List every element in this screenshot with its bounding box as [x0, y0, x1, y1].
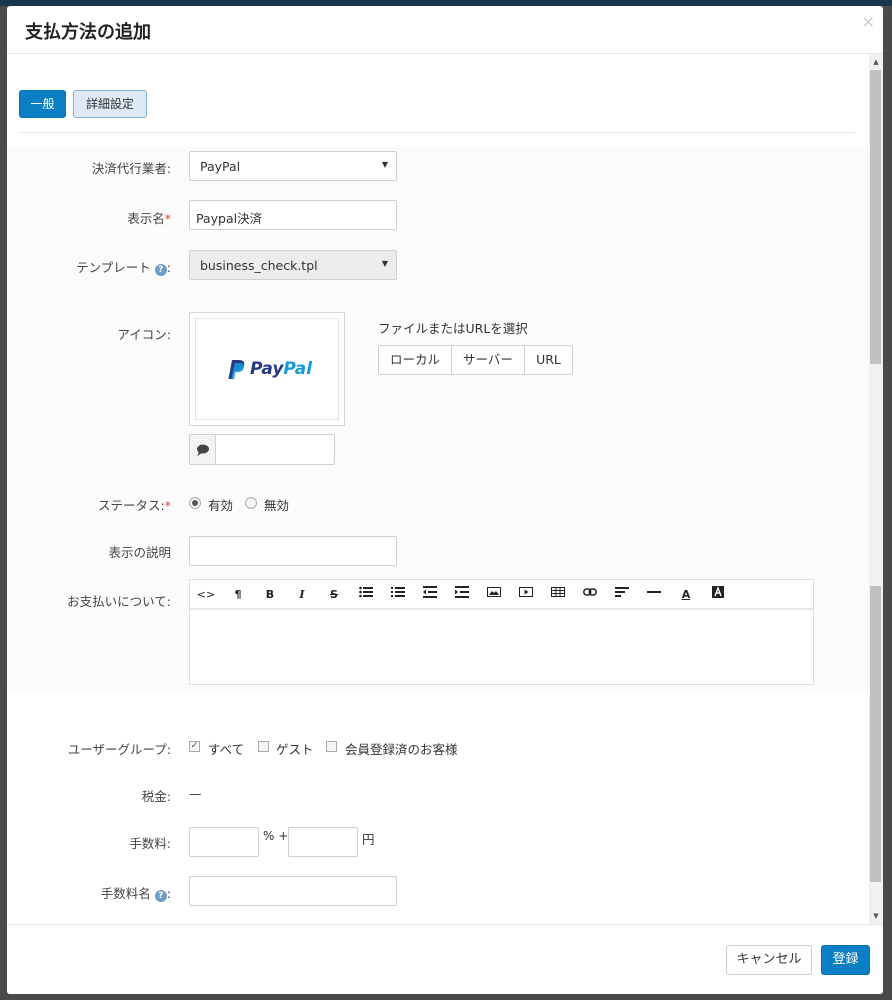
display-name-label: 表示名*: [127, 211, 171, 226]
unordered-list-icon[interactable]: [356, 586, 376, 604]
tabs-divider: [19, 132, 855, 133]
modal-scrollbar[interactable]: ▲ ▼: [869, 54, 883, 924]
template-select-value: business_check.tpl: [200, 258, 318, 273]
display-name-input[interactable]: Paypal決済: [189, 200, 397, 230]
fee-fixed-input[interactable]: [288, 827, 358, 857]
usergroup-all-checkbox[interactable]: ✓: [189, 741, 200, 752]
tab-advanced[interactable]: 詳細設定: [73, 90, 147, 118]
file-select-label: ファイルまたはURLを選択: [378, 321, 528, 336]
url-file-button[interactable]: URL: [524, 345, 573, 375]
payment-about-editor-area[interactable]: [190, 612, 813, 684]
background-color-icon[interactable]: [708, 586, 728, 604]
strikethrough-icon[interactable]: S: [324, 586, 344, 604]
close-icon[interactable]: ×: [862, 12, 875, 31]
fee-currency: 円: [362, 832, 375, 847]
status-label: ステータス:*: [98, 498, 171, 513]
link-icon[interactable]: [580, 586, 600, 604]
horizontal-rule-icon[interactable]: [644, 586, 664, 604]
fee-name-input[interactable]: [189, 876, 397, 906]
scroll-down-arrow-icon[interactable]: ▼: [869, 912, 883, 920]
video-icon[interactable]: [516, 586, 536, 604]
server-file-button[interactable]: サーバー: [451, 345, 525, 375]
fee-label: 手数料:: [129, 836, 171, 851]
help-icon[interactable]: ?: [154, 890, 167, 902]
italic-icon[interactable]: I: [292, 586, 312, 604]
scroll-up-arrow-icon[interactable]: ▲: [869, 58, 883, 66]
template-select[interactable]: business_check.tpl ▼: [189, 250, 397, 280]
status-active-label: 有効: [208, 498, 234, 513]
usergroup-member-label: 会員登録済のお客様: [345, 742, 458, 757]
icon-preview: PayPal: [189, 312, 345, 426]
status-inactive-label: 無効: [264, 498, 290, 513]
table-icon[interactable]: [548, 586, 568, 604]
tax-label: 税金:: [141, 789, 171, 804]
scrollbar-thumb[interactable]: [870, 70, 881, 364]
align-icon[interactable]: [612, 586, 632, 604]
image-icon[interactable]: [484, 586, 504, 604]
user-group-label: ユーザーグループ:: [67, 742, 171, 757]
cancel-button[interactable]: キャンセル: [726, 945, 812, 975]
template-label: テンプレート ?:: [76, 260, 171, 276]
usergroup-member-checkbox[interactable]: [326, 741, 337, 752]
code-view-icon[interactable]: <>: [196, 586, 216, 604]
scrollbar-thumb-secondary[interactable]: [870, 586, 881, 882]
editor-toolbar: <> ¶ B I S A: [190, 580, 813, 610]
fee-percent-input[interactable]: [189, 827, 259, 857]
usergroup-guest-label: ゲスト: [276, 742, 314, 757]
local-file-button[interactable]: ローカル: [378, 345, 452, 375]
status-inactive-radio[interactable]: [245, 497, 257, 509]
icon-alt-input[interactable]: [189, 434, 335, 465]
fee-percent-separator: % +: [263, 829, 289, 843]
usergroup-all-label: すべて: [208, 742, 245, 757]
submit-button[interactable]: 登録: [821, 945, 870, 975]
required-mark: *: [164, 211, 171, 226]
status-active-radio[interactable]: [189, 497, 201, 509]
add-payment-method-modal: 支払方法の追加 × 一般 詳細設定 決済代行業者: PayPal ▼ 表示名* …: [7, 6, 883, 994]
modal-title: 支払方法の追加: [25, 22, 151, 43]
font-color-icon[interactable]: A: [676, 586, 696, 604]
outdent-icon[interactable]: [420, 586, 440, 604]
paragraph-icon[interactable]: ¶: [228, 586, 248, 604]
bold-icon[interactable]: B: [260, 586, 280, 604]
caret-down-icon: ▼: [381, 160, 388, 169]
required-mark: *: [164, 498, 171, 513]
rich-text-editor: <> ¶ B I S A: [189, 579, 814, 685]
ordered-list-icon[interactable]: [388, 586, 408, 604]
processor-label: 決済代行業者:: [91, 161, 171, 176]
modal-body: 一般 詳細設定 決済代行業者: PayPal ▼ 表示名* Paypal決済 テ…: [7, 54, 869, 924]
help-icon[interactable]: ?: [154, 264, 167, 276]
usergroup-guest-checkbox[interactable]: [258, 741, 269, 752]
description-label: 表示の説明: [108, 545, 171, 560]
indent-icon[interactable]: [452, 586, 472, 604]
processor-select-value: PayPal: [200, 159, 241, 174]
tax-value: —: [189, 786, 202, 801]
modal-footer: キャンセル 登録: [7, 924, 883, 994]
modal-header: 支払方法の追加 ×: [7, 6, 883, 54]
icon-label: アイコン:: [117, 327, 171, 342]
processor-select[interactable]: PayPal ▼: [189, 151, 397, 181]
tab-general[interactable]: 一般: [19, 90, 66, 118]
paypal-p-icon: [228, 360, 245, 380]
display-name-value: Paypal決済: [196, 211, 263, 226]
comment-icon: [190, 435, 216, 464]
payment-about-label: お支払いについて:: [67, 594, 171, 609]
description-input[interactable]: [189, 536, 397, 566]
caret-down-icon: ▼: [381, 259, 388, 268]
fee-name-label: 手数料名 ?:: [100, 886, 171, 902]
